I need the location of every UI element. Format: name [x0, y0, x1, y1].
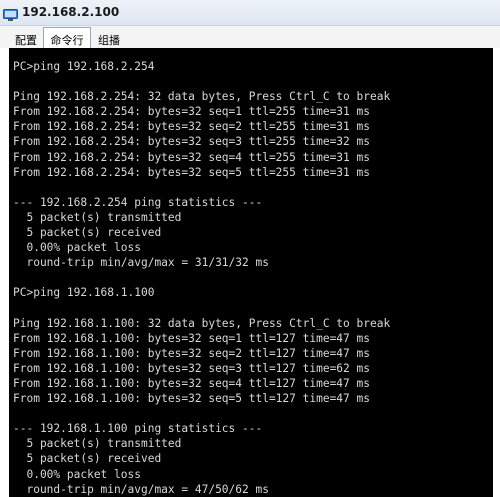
- terminal-line: Ping 192.168.2.254: 32 data bytes, Press…: [13, 90, 391, 104]
- terminal-line: From 192.168.2.254: bytes=32 seq=5 ttl=2…: [13, 165, 370, 179]
- terminal-line: 0.00% packet loss: [13, 467, 141, 481]
- window-title: 192.168.2.100: [22, 5, 120, 19]
- terminal-line: PC>ping 192.168.1.100: [13, 286, 155, 300]
- terminal-line: 0.00% packet loss: [13, 241, 141, 255]
- computer-icon: [3, 6, 18, 21]
- terminal-line: 5 packet(s) received: [13, 226, 162, 240]
- tab-bar: 配置 命令行 组播: [0, 26, 500, 48]
- terminal-line: From 192.168.1.100: bytes=32 seq=3 ttl=1…: [13, 361, 370, 375]
- terminal-line: PC>ping 192.168.2.254: [13, 60, 155, 73]
- terminal-line: Ping 192.168.1.100: 32 data bytes, Press…: [13, 316, 391, 330]
- terminal-line: From 192.168.2.254: bytes=32 seq=1 ttl=2…: [13, 105, 370, 119]
- tab-multicast[interactable]: 组播: [93, 29, 125, 48]
- command-line-terminal[interactable]: PC>ping 192.168.2.254 Ping 192.168.2.254…: [9, 48, 493, 497]
- terminal-output: PC>ping 192.168.2.254 Ping 192.168.2.254…: [13, 59, 390, 497]
- terminal-line: From 192.168.1.100: bytes=32 seq=5 ttl=1…: [13, 392, 370, 406]
- terminal-line: --- 192.168.2.254 ping statistics ---: [13, 195, 263, 209]
- tab-config[interactable]: 配置: [11, 29, 41, 48]
- terminal-line: From 192.168.2.254: bytes=32 seq=2 ttl=2…: [13, 120, 370, 134]
- terminal-line: From 192.168.1.100: bytes=32 seq=4 ttl=1…: [13, 376, 370, 390]
- terminal-line: 5 packet(s) transmitted: [13, 210, 182, 224]
- tab-label: 配置: [15, 34, 37, 47]
- title-bar[interactable]: 192.168.2.100: [0, 0, 500, 26]
- tab-label: 命令行: [50, 34, 84, 47]
- terminal-line: 5 packet(s) received: [13, 452, 162, 466]
- terminal-line: From 192.168.2.254: bytes=32 seq=4 ttl=2…: [13, 150, 370, 164]
- terminal-line: round-trip min/avg/max = 31/31/32 ms: [13, 256, 269, 270]
- terminal-line: 5 packet(s) transmitted: [13, 437, 182, 451]
- terminal-line: round-trip min/avg/max = 47/50/62 ms: [13, 482, 269, 496]
- terminal-line: From 192.168.1.100: bytes=32 seq=1 ttl=1…: [13, 331, 370, 345]
- terminal-line: From 192.168.1.100: bytes=32 seq=2 ttl=1…: [13, 346, 370, 360]
- terminal-line: From 192.168.2.254: bytes=32 seq=3 ttl=2…: [13, 135, 370, 149]
- terminal-line: --- 192.168.1.100 ping statistics ---: [13, 422, 263, 436]
- tab-command-line[interactable]: 命令行: [43, 27, 91, 48]
- tab-label: 组播: [98, 34, 120, 47]
